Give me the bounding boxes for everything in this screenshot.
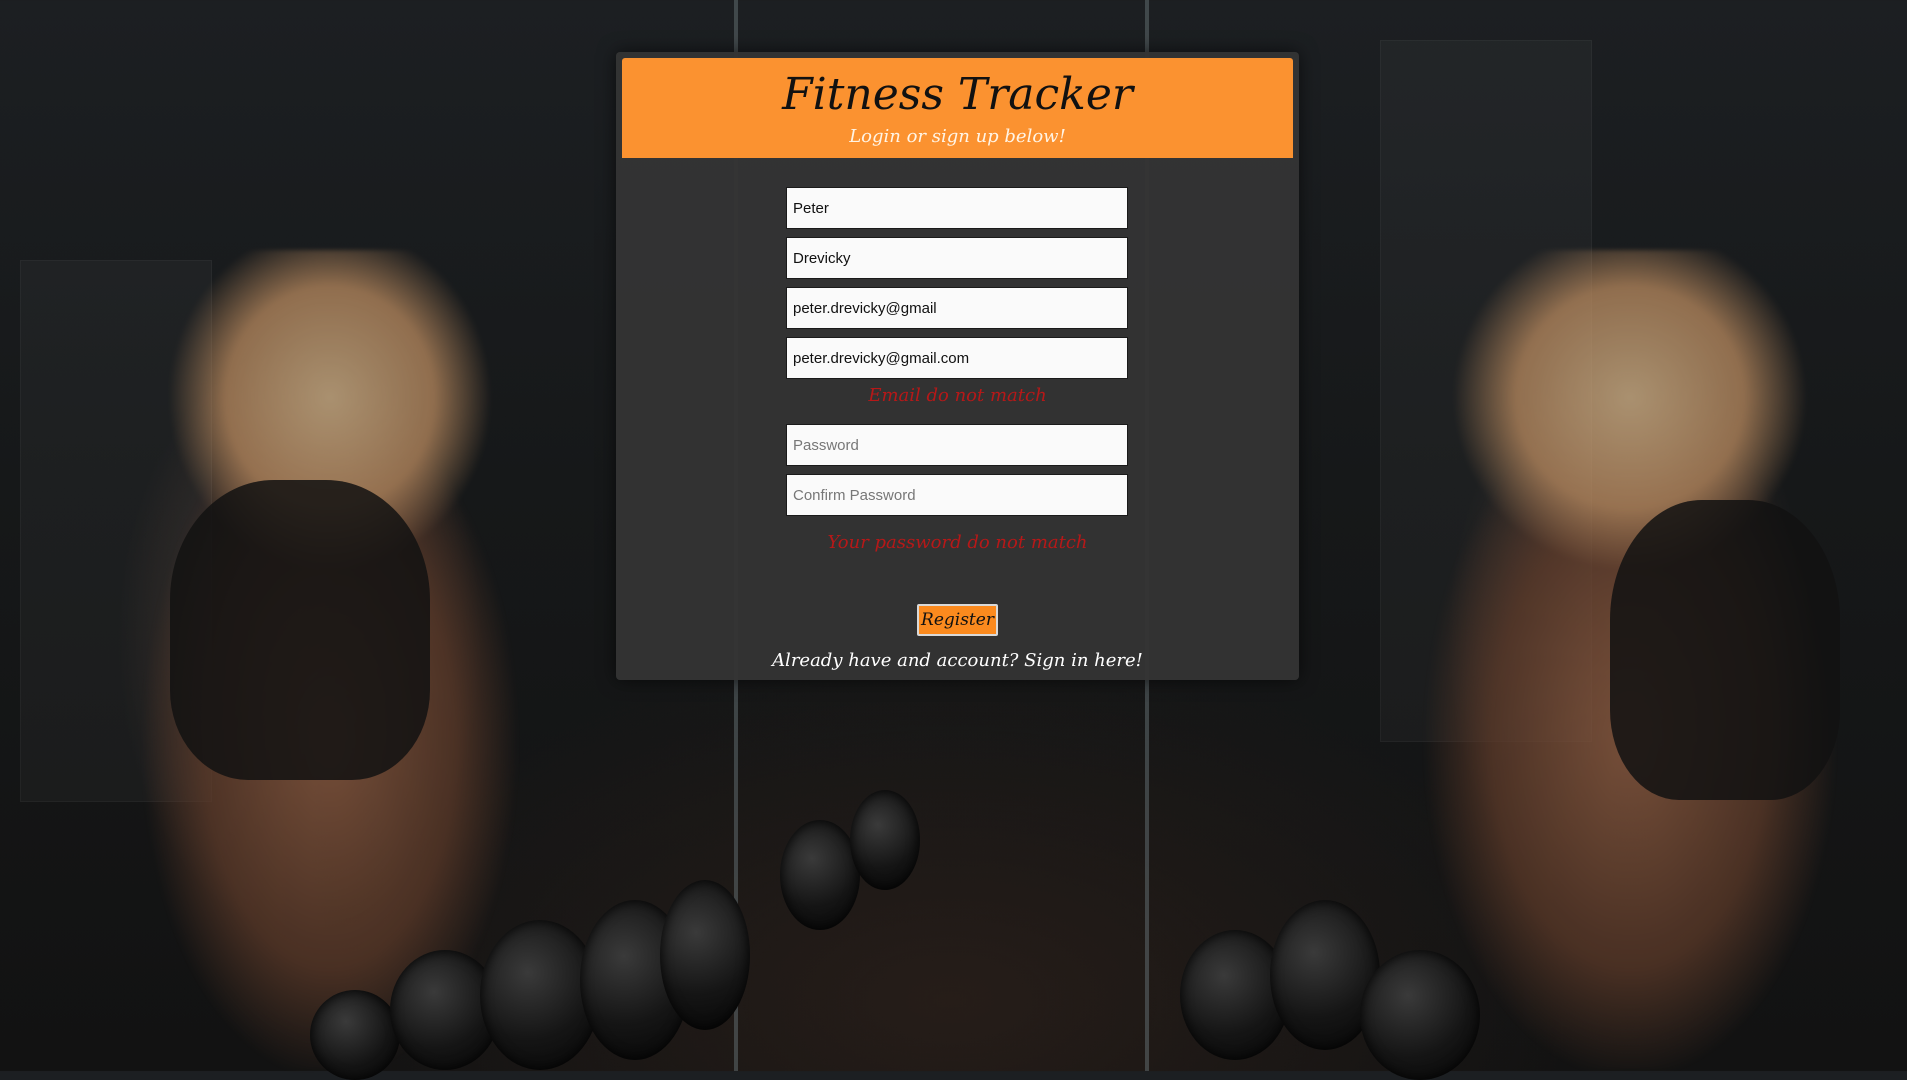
- dumbbell: [310, 990, 400, 1080]
- confirm-email-input[interactable]: [786, 337, 1128, 379]
- wall-panel: [1380, 40, 1592, 742]
- page-subtitle: Login or sign up below!: [849, 126, 1066, 148]
- dumbbell: [1270, 900, 1380, 1050]
- last-name-input[interactable]: [786, 237, 1128, 279]
- dumbbell: [480, 920, 600, 1070]
- signin-link[interactable]: Already have and account? Sign in here!: [772, 650, 1143, 671]
- email-error-message: Email do not match: [868, 385, 1047, 406]
- first-name-input[interactable]: [786, 187, 1128, 229]
- register-button[interactable]: Register: [917, 604, 998, 636]
- dumbbell: [1180, 930, 1290, 1060]
- athlete-top-right: [1610, 500, 1840, 800]
- password-input[interactable]: [786, 424, 1128, 466]
- dumbbell: [850, 790, 920, 890]
- athlete-figure-right: [1400, 250, 1860, 1070]
- dumbbell: [780, 820, 860, 930]
- password-error-message: Your password do not match: [827, 532, 1088, 553]
- dumbbell: [1360, 950, 1480, 1080]
- wall-panel: [20, 260, 212, 802]
- confirm-password-input[interactable]: [786, 474, 1128, 516]
- athlete-figure-left: [120, 250, 540, 1070]
- dumbbell: [660, 880, 750, 1030]
- auth-card: Fitness Tracker Login or sign up below! …: [616, 52, 1299, 680]
- athlete-top-left: [170, 480, 430, 780]
- dumbbell: [390, 950, 500, 1070]
- signin-prompt: Already have and account? Sign in here!: [616, 650, 1299, 671]
- email-input[interactable]: [786, 287, 1128, 329]
- card-header: Fitness Tracker Login or sign up below!: [622, 58, 1293, 158]
- page-title: Fitness Tracker: [782, 69, 1133, 120]
- dumbbell: [580, 900, 690, 1060]
